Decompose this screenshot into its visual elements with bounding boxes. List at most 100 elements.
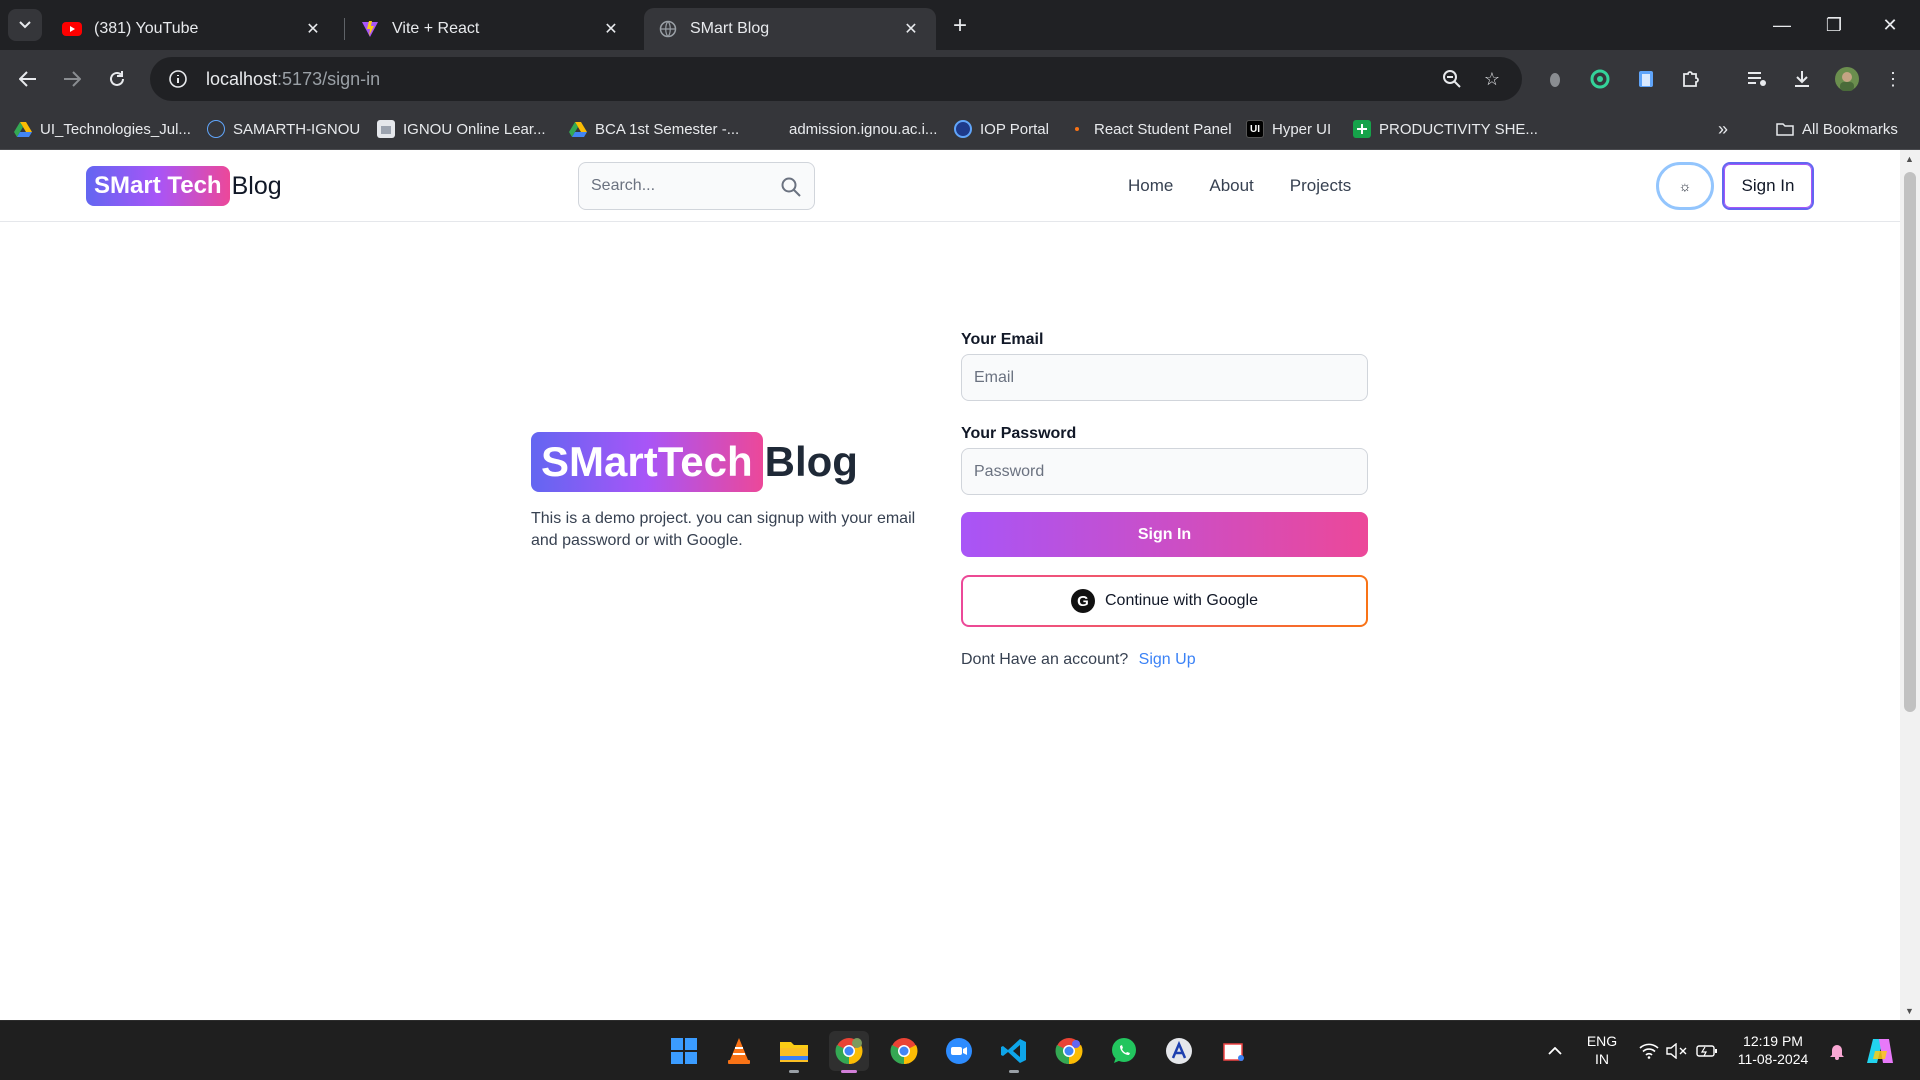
url-text[interactable]: localhost:5173/sign-in — [206, 69, 380, 90]
logo-gradient-text: SMart Tech — [86, 166, 230, 206]
sign-in-form: Your Email Your Password Sign In G Conti… — [961, 331, 1368, 669]
bookmark-label: admission.ignou.ac.i... — [789, 120, 938, 138]
extension-green-ring-icon[interactable] — [1587, 66, 1613, 92]
bookmark-item[interactable]: UI Hyper UI — [1246, 118, 1331, 140]
zoom-app-icon[interactable] — [939, 1031, 979, 1071]
scroll-up-icon[interactable]: ▲ — [1905, 154, 1914, 164]
chrome-icon[interactable] — [884, 1031, 924, 1071]
nav-about[interactable]: About — [1209, 176, 1253, 196]
bookmarks-bar: UI_Technologies_Jul... SAMARTH-IGNOU IGN… — [0, 108, 1920, 150]
search-input[interactable] — [591, 177, 771, 195]
bookmark-item[interactable]: IOP Portal — [954, 118, 1049, 140]
password-field[interactable] — [961, 448, 1368, 495]
page-scrollbar[interactable]: ▲ ▼ — [1900, 150, 1920, 1020]
bookmark-label: IOP Portal — [980, 120, 1049, 138]
puzzle-icon[interactable] — [1678, 66, 1704, 92]
vscode-icon[interactable] — [994, 1031, 1034, 1073]
no-account-text: Dont Have an account? — [961, 651, 1129, 668]
windows-start-icon[interactable] — [664, 1031, 704, 1071]
chrome-alt-icon[interactable] — [1049, 1031, 1089, 1071]
bookmarks-overflow-chevron-icon[interactable]: » — [1718, 118, 1728, 140]
extension-gray-icon[interactable] — [1542, 66, 1568, 92]
nav-home[interactable]: Home — [1128, 176, 1173, 196]
nav-projects[interactable]: Projects — [1290, 176, 1351, 196]
bookmark-item[interactable]: UI_Technologies_Jul... — [14, 118, 191, 140]
running-indicator — [841, 1070, 857, 1073]
scroll-down-icon[interactable]: ▼ — [1905, 1006, 1914, 1016]
email-field[interactable] — [961, 354, 1368, 401]
close-icon[interactable]: ✕ — [900, 18, 922, 40]
google-sign-in-button[interactable]: G Continue with Google — [961, 575, 1368, 627]
hero-section: SMartTech Blog This is a demo project. y… — [531, 432, 945, 552]
minimize-button[interactable]: — — [1754, 0, 1810, 50]
close-icon[interactable]: ✕ — [302, 18, 324, 40]
extension-doc-icon[interactable] — [1633, 66, 1659, 92]
wifi-icon[interactable] — [1636, 1033, 1662, 1069]
vlc-icon[interactable] — [719, 1031, 759, 1071]
chrome-profile-icon[interactable] — [829, 1031, 869, 1073]
youtube-icon — [62, 19, 82, 39]
tab-youtube[interactable]: (381) YouTube ✕ — [48, 8, 338, 50]
running-indicator — [789, 1070, 799, 1073]
bookmark-item[interactable]: BCA 1st Semester -... — [569, 118, 739, 140]
notification-bell-icon[interactable] — [1824, 1033, 1850, 1069]
tab-vite-react[interactable]: Vite + React ✕ — [346, 8, 636, 50]
clock[interactable]: 12:19 PM 11-08-2024 — [1728, 1031, 1818, 1069]
tab-search-dropdown[interactable] — [8, 9, 42, 41]
snipping-tool-icon[interactable] — [1214, 1031, 1254, 1071]
close-icon[interactable]: ✕ — [600, 18, 622, 40]
zoom-icon[interactable] — [1440, 67, 1464, 91]
file-explorer-icon[interactable] — [774, 1031, 814, 1073]
samarth-icon — [207, 120, 225, 138]
download-icon[interactable] — [1789, 66, 1815, 92]
bookmark-item[interactable]: IGNOU Online Lear... — [377, 118, 546, 140]
clock-date: 11-08-2024 — [1737, 1051, 1809, 1067]
tab-title: Vite + React — [392, 20, 480, 37]
bookmark-item[interactable]: React Student Panel — [1068, 118, 1232, 140]
accessibility-app-icon[interactable] — [1159, 1031, 1199, 1071]
site-logo[interactable]: SMart Tech Blog — [86, 166, 282, 206]
site-info-icon[interactable] — [156, 57, 200, 101]
new-tab-button[interactable]: + — [946, 12, 974, 40]
bookmark-label: React Student Panel — [1094, 120, 1232, 138]
media-queue-icon[interactable] — [1744, 66, 1770, 92]
url-path: :5173/sign-in — [277, 68, 381, 89]
speaker-muted-icon[interactable] — [1664, 1033, 1690, 1069]
bookmark-item[interactable]: SAMARTH-IGNOU — [207, 118, 360, 140]
email-label: Your Email — [961, 331, 1044, 348]
battery-icon[interactable] — [1694, 1033, 1720, 1069]
sign-up-link[interactable]: Sign Up — [1139, 651, 1196, 668]
header-sign-in-button[interactable]: Sign In — [1722, 162, 1814, 210]
running-indicator — [1009, 1070, 1019, 1073]
scrollbar-thumb[interactable] — [1904, 172, 1916, 712]
back-button[interactable] — [10, 61, 46, 97]
sign-in-button[interactable]: Sign In — [961, 512, 1368, 557]
reload-button[interactable] — [99, 61, 135, 97]
bookmark-item[interactable]: admission.ignou.ac.i... — [763, 118, 937, 140]
show-hidden-icons-chevron-icon[interactable] — [1540, 1033, 1570, 1069]
forward-button[interactable] — [54, 61, 90, 97]
profile-avatar-icon[interactable] — [1834, 66, 1860, 92]
dot-icon — [1068, 120, 1086, 138]
theme-toggle-button[interactable]: ☼ — [1656, 162, 1714, 210]
bookmark-item[interactable]: PRODUCTIVITY SHE... — [1353, 118, 1538, 140]
sun-icon: ☼ — [1678, 178, 1692, 194]
close-window-button[interactable]: ✕ — [1862, 0, 1918, 50]
search-icon[interactable] — [780, 176, 802, 198]
hyperui-icon: UI — [1246, 120, 1264, 138]
vite-icon — [360, 19, 380, 39]
tab-smart-blog[interactable]: SMart Blog ✕ — [644, 8, 936, 50]
restore-button[interactable]: ❐ — [1806, 0, 1862, 50]
kebab-menu-icon[interactable]: ⋮ — [1880, 66, 1906, 92]
star-icon[interactable]: ☆ — [1480, 67, 1504, 91]
chevron-down-icon — [19, 21, 31, 29]
all-bookmarks-button[interactable]: All Bookmarks — [1776, 118, 1898, 140]
reload-icon — [110, 71, 124, 86]
whatsapp-icon[interactable] — [1104, 1031, 1144, 1071]
language-indicator[interactable]: ENG IN — [1580, 1031, 1624, 1069]
copilot-icon[interactable] — [1862, 1033, 1898, 1069]
bookmark-label: IGNOU Online Lear... — [403, 120, 546, 138]
url-host: localhost — [206, 68, 278, 89]
site-header: SMart Tech Blog Home About Projects ☼ Si… — [0, 150, 1900, 222]
address-bar[interactable]: localhost:5173/sign-in ☆ — [150, 57, 1522, 101]
